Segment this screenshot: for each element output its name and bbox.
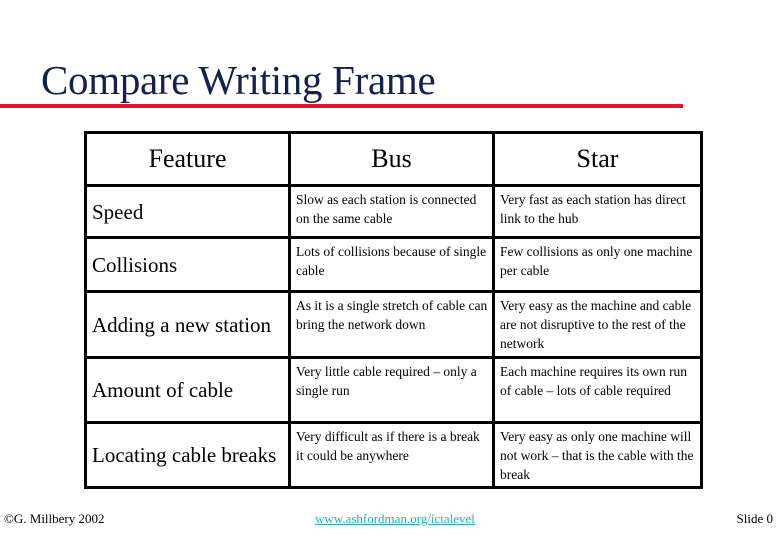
star-cell: Very easy as only one machine will not w… bbox=[492, 421, 703, 489]
star-cell: Few collisions as only one machine per c… bbox=[492, 236, 703, 293]
bus-cell: Lots of collisions because of single cab… bbox=[288, 236, 495, 293]
bus-cell: Very difficult as if there is a break it… bbox=[288, 421, 495, 489]
footer-website-link[interactable]: www.ashfordman.org/ictalevel bbox=[315, 511, 475, 527]
feature-cell: Speed bbox=[84, 184, 291, 239]
feature-cell: Adding a new station bbox=[84, 290, 291, 359]
table-row: Speed Slow as each station is connected … bbox=[84, 184, 703, 239]
star-cell: Very fast as each station has direct lin… bbox=[492, 184, 703, 239]
feature-cell: Collisions bbox=[84, 236, 291, 293]
header-feature: Feature bbox=[84, 131, 291, 187]
comparison-table: Feature Bus Star Speed Slow as each stat… bbox=[84, 131, 703, 489]
feature-cell: Amount of cable bbox=[84, 356, 291, 424]
table-row: Adding a new station As it is a single s… bbox=[84, 290, 703, 359]
table-row: Collisions Lots of collisions because of… bbox=[84, 236, 703, 293]
feature-cell: Locating cable breaks bbox=[84, 421, 291, 489]
header-bus: Bus bbox=[288, 131, 495, 187]
header-star: Star bbox=[492, 131, 703, 187]
slide-number: Slide 0 bbox=[736, 511, 773, 526]
title-underline-rule bbox=[0, 104, 683, 108]
bus-cell: Very little cable required – only a sing… bbox=[288, 356, 495, 424]
star-cell: Each machine requires its own run of cab… bbox=[492, 356, 703, 424]
star-cell: Very easy as the machine and cable are n… bbox=[492, 290, 703, 359]
table-row: Amount of cable Very little cable requir… bbox=[84, 356, 703, 424]
table-header-row: Feature Bus Star bbox=[84, 131, 703, 187]
bus-cell: As it is a single stretch of cable can b… bbox=[288, 290, 495, 359]
table-row: Locating cable breaks Very difficult as … bbox=[84, 421, 703, 489]
footer-copyright: ©G. Millbery 2002 bbox=[4, 511, 105, 526]
slide-title: Compare Writing Frame bbox=[41, 57, 436, 103]
bus-cell: Slow as each station is connected on the… bbox=[288, 184, 495, 239]
